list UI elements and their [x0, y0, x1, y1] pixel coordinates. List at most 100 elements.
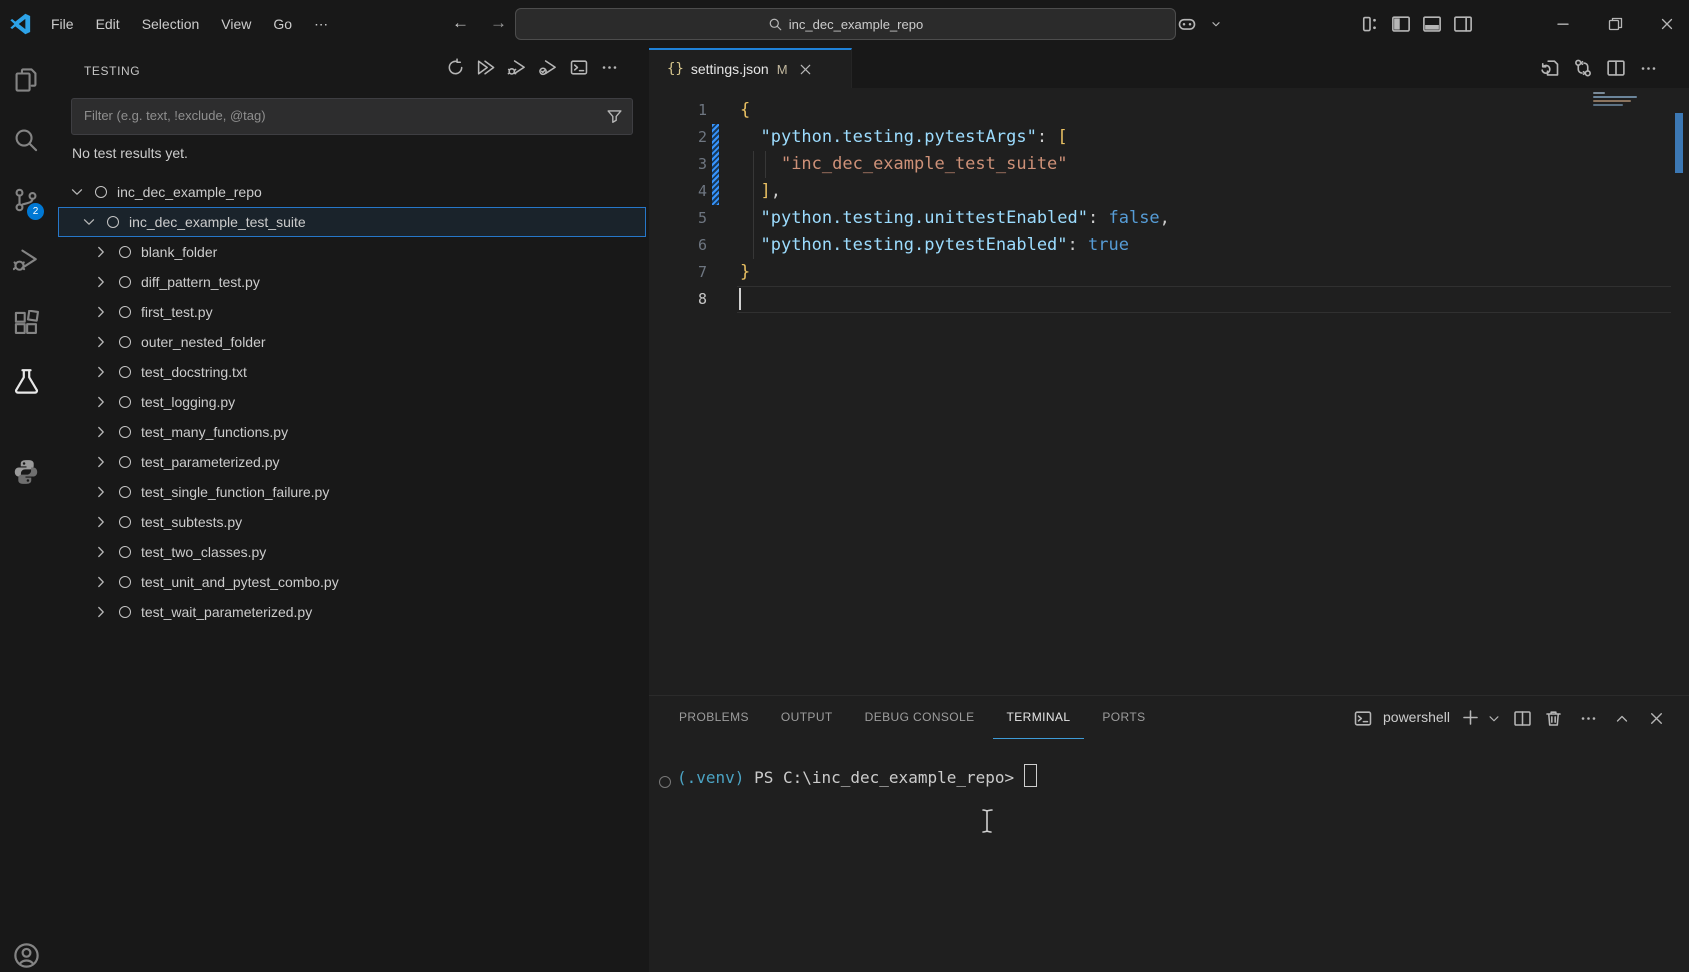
sidebar-item-python[interactable]	[0, 452, 52, 492]
test-tree-item-label: diff_pattern_test.py	[141, 274, 260, 290]
terminal-cursor	[1024, 764, 1037, 787]
menu-overflow[interactable]: ⋯	[303, 12, 339, 37]
split-editor-icon[interactable]	[1606, 58, 1626, 78]
forward-arrow-button[interactable]: →	[490, 13, 507, 33]
test-tree-item-test_unit_and_pytest_combo.py[interactable]: test_unit_and_pytest_combo.py	[58, 567, 646, 597]
new-terminal-button[interactable]	[1461, 708, 1480, 727]
close-window-button[interactable]	[1645, 0, 1689, 47]
minimize-button[interactable]	[1541, 0, 1585, 47]
toggle-secondary-sidebar-icon[interactable]	[1453, 14, 1473, 34]
panel-tab-terminal[interactable]: TERMINAL	[993, 696, 1085, 739]
bottom-panel: PROBLEMSOUTPUTDEBUG CONSOLETERMINALPORTS…	[649, 695, 1689, 972]
launch-profile-button[interactable]	[1487, 712, 1501, 726]
open-changes-icon[interactable]	[1540, 58, 1560, 78]
maximize-panel-button[interactable]	[1614, 711, 1630, 727]
test-tree-item-inc_dec_example_repo[interactable]: inc_dec_example_repo	[58, 177, 646, 207]
chevron-right-icon[interactable]	[93, 514, 109, 530]
chevron-right-icon[interactable]	[93, 604, 109, 620]
sidebar-item-run-debug[interactable]	[0, 240, 52, 280]
chevron-down-icon[interactable]	[81, 214, 97, 230]
minimap[interactable]	[1593, 92, 1653, 108]
copilot-group[interactable]	[1176, 14, 1223, 34]
sidebar-item-search[interactable]	[0, 120, 52, 160]
chevron-right-icon[interactable]	[93, 394, 109, 410]
token-punct: :	[1088, 208, 1108, 228]
sidebar-item-testing[interactable]	[0, 361, 52, 401]
back-arrow-button[interactable]: ←	[452, 13, 469, 33]
token-punct: ,	[771, 181, 781, 201]
sidebar-item-extensions[interactable]	[0, 303, 52, 343]
restore-button[interactable]	[1593, 0, 1637, 47]
test-tree-item-inc_dec_example_test_suite[interactable]: inc_dec_example_test_suite	[58, 207, 646, 237]
chevron-down-icon[interactable]	[69, 184, 85, 200]
panel-tab-output[interactable]: OUTPUT	[767, 696, 847, 738]
panel-tab-problems[interactable]: PROBLEMS	[665, 696, 763, 738]
tab-close-button[interactable]	[798, 62, 813, 77]
test-tree-item-diff_pattern_test.py[interactable]: diff_pattern_test.py	[58, 267, 646, 297]
test-tree-item-outer_nested_folder[interactable]: outer_nested_folder	[58, 327, 646, 357]
code-line-3[interactable]: 3 "inc_dec_example_test_suite"	[649, 151, 1689, 178]
chevron-right-icon[interactable]	[93, 454, 109, 470]
compare-changes-icon[interactable]	[1573, 58, 1593, 78]
test-tree-item-test_subtests.py[interactable]: test_subtests.py	[58, 507, 646, 537]
menu-go[interactable]: Go	[262, 12, 303, 36]
copilot-icon[interactable]	[1176, 14, 1198, 34]
tab-settings-json[interactable]: {} settings.json M	[649, 48, 852, 88]
test-tree-item-test_parameterized.py[interactable]: test_parameterized.py	[58, 447, 646, 477]
code-line-1[interactable]: 1{	[649, 97, 1689, 124]
chevron-right-icon[interactable]	[93, 574, 109, 590]
more-actions-icon[interactable]	[1639, 59, 1658, 78]
test-status-circle-icon	[95, 186, 107, 198]
test-tree-item-test_wait_parameterized.py[interactable]: test_wait_parameterized.py	[58, 597, 646, 627]
close-panel-button[interactable]	[1648, 710, 1665, 727]
menu-file[interactable]: File	[40, 12, 85, 36]
code-line-2[interactable]: 2 "python.testing.pytestArgs": [	[649, 124, 1689, 151]
test-status-circle-icon	[119, 546, 131, 558]
panel-tab-ports[interactable]: PORTS	[1088, 696, 1159, 738]
vscode-logo-icon	[9, 12, 33, 36]
account-button[interactable]	[0, 935, 52, 972]
code-line-4[interactable]: 4 ],	[649, 178, 1689, 205]
test-tree-item-blank_folder[interactable]: blank_folder	[58, 237, 646, 267]
test-tree-item-first_test.py[interactable]: first_test.py	[58, 297, 646, 327]
minimap-line	[1593, 104, 1623, 106]
test-tree-item-test_logging.py[interactable]: test_logging.py	[58, 387, 646, 417]
command-center-search[interactable]: inc_dec_example_repo	[515, 8, 1176, 40]
toggle-primary-sidebar-icon[interactable]	[1391, 14, 1411, 34]
toggle-panel-icon[interactable]	[1422, 14, 1442, 34]
code-editor[interactable]: 1{2 "python.testing.pytestArgs": [3 "inc…	[649, 88, 1689, 695]
chevron-down-icon[interactable]	[1209, 14, 1223, 34]
chevron-right-icon[interactable]	[93, 544, 109, 560]
kill-terminal-button[interactable]	[1544, 709, 1563, 728]
sidebar-item-explorer[interactable]	[0, 60, 52, 100]
customize-layout-icon[interactable]	[1360, 14, 1380, 34]
chevron-right-icon[interactable]	[93, 274, 109, 290]
test-tree-item-test_single_function_failure.py[interactable]: test_single_function_failure.py	[58, 477, 646, 507]
menu-view[interactable]: View	[210, 12, 262, 36]
code-line-7[interactable]: 7}	[649, 259, 1689, 286]
terminal-tab-item[interactable]	[1353, 709, 1373, 728]
line-number: 3	[649, 151, 707, 178]
shell-label[interactable]: powershell	[1383, 709, 1450, 725]
menu-selection[interactable]: Selection	[131, 12, 211, 36]
test-tree-item-test_two_classes.py[interactable]: test_two_classes.py	[58, 537, 646, 567]
chevron-right-icon[interactable]	[93, 304, 109, 320]
command-decoration-icon[interactable]	[659, 776, 671, 788]
chevron-right-icon[interactable]	[93, 364, 109, 380]
panel-tab-debug-console[interactable]: DEBUG CONSOLE	[851, 696, 989, 738]
test-status-circle-icon	[119, 576, 131, 588]
trash-icon	[1544, 709, 1563, 728]
code-line-8[interactable]: 8	[649, 286, 1689, 313]
code-line-5[interactable]: 5 "python.testing.unittestEnabled": fals…	[649, 205, 1689, 232]
chevron-right-icon[interactable]	[93, 244, 109, 260]
chevron-right-icon[interactable]	[93, 334, 109, 350]
code-line-6[interactable]: 6 "python.testing.pytestEnabled": true	[649, 232, 1689, 259]
test-tree-item-test_many_functions.py[interactable]: test_many_functions.py	[58, 417, 646, 447]
menu-edit[interactable]: Edit	[85, 12, 131, 36]
chevron-right-icon[interactable]	[93, 424, 109, 440]
split-terminal-button[interactable]	[1513, 709, 1532, 728]
panel-more-actions-button[interactable]	[1579, 709, 1598, 728]
terminal-prompt[interactable]: (.venv) PS C:\inc_dec_example_repo>	[677, 764, 1037, 791]
test-tree-item-test_docstring.txt[interactable]: test_docstring.txt	[58, 357, 646, 387]
chevron-right-icon[interactable]	[93, 484, 109, 500]
